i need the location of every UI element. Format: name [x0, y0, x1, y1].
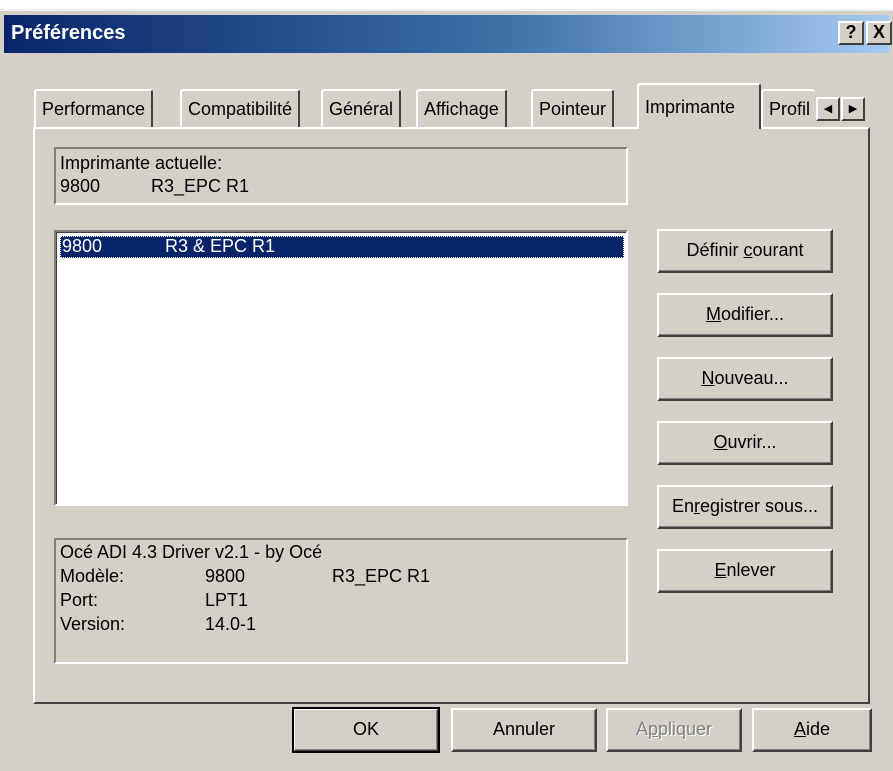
current-printer-model: 9800 — [60, 176, 101, 196]
new-button[interactable]: Nouveau... — [657, 357, 833, 401]
help-icon: ? — [845, 22, 857, 42]
open-button[interactable]: Ouvrir... — [657, 421, 833, 465]
button-label: Nouveau... — [701, 368, 789, 388]
tab-label: Performance — [42, 99, 146, 119]
arrow-left-icon: ◀ — [823, 103, 833, 115]
port-label: Port: — [60, 590, 99, 610]
current-printer-label: Imprimante actuelle: — [60, 153, 223, 173]
close-icon: X — [872, 22, 885, 42]
modify-button[interactable]: Modifier... — [657, 293, 833, 337]
version-label: Version: — [60, 614, 126, 634]
tab-scroll-left-button[interactable]: ◀ — [816, 97, 840, 121]
tab-label: Profil — [769, 99, 811, 119]
tab-pointeur[interactable]: Pointeur — [531, 89, 615, 127]
button-label: Aide — [793, 719, 831, 739]
arrow-right-icon: ▶ — [848, 103, 858, 115]
printer-list[interactable]: 9800 R3 & EPC R1 — [54, 230, 628, 506]
current-printer-box: Imprimante actuelle: 9800 R3_EPC R1 — [54, 147, 628, 205]
tab-affichage[interactable]: Affichage — [416, 89, 507, 127]
button-label: Ouvrir... — [713, 432, 777, 452]
remove-button[interactable]: Enlever — [657, 549, 833, 593]
window-title: Préférences — [11, 22, 126, 44]
list-item-model: 9800 — [62, 236, 103, 256]
button-label: Annuler — [492, 719, 556, 739]
tab-label: Affichage — [424, 99, 499, 119]
save-as-button[interactable]: Enregistrer sous... — [657, 485, 833, 529]
list-item[interactable]: 9800 R3 & EPC R1 — [60, 236, 624, 258]
printer-tab-panel: Imprimante actuelle: 9800 R3_EPC R1 9800… — [33, 127, 870, 704]
button-label: Enlever — [714, 560, 776, 580]
button-label: Définir courant — [686, 240, 804, 260]
button-label: Modifier... — [705, 304, 785, 324]
tab-label: Compatibilité — [188, 99, 293, 119]
help-button[interactable]: ? — [838, 21, 864, 45]
tab-profil[interactable]: Profil — [761, 89, 815, 127]
tab-imprimante[interactable]: Imprimante — [637, 83, 761, 129]
model-label: Modèle: — [60, 566, 125, 586]
close-button[interactable]: X — [866, 21, 892, 45]
preferences-dialog: Préférences ? X Performance Compatibilit… — [0, 9, 893, 771]
tab-general[interactable]: Général — [321, 89, 402, 127]
list-item-name: R3 & EPC R1 — [165, 236, 276, 256]
tab-label: Pointeur — [539, 99, 607, 119]
title-bar[interactable]: Préférences ? X — [4, 15, 892, 53]
tab-label: Imprimante — [645, 97, 736, 117]
set-current-button[interactable]: Définir courant — [657, 229, 833, 273]
model-value: 9800 — [205, 566, 246, 586]
cancel-button[interactable]: Annuler — [451, 708, 597, 752]
driver-name: Océ ADI 4.3 Driver v2.1 - by Océ — [60, 542, 323, 562]
ok-button[interactable]: OK — [292, 707, 440, 753]
button-label: Appliquer — [635, 719, 713, 739]
current-printer-name: R3_EPC R1 — [151, 176, 250, 196]
driver-info-box: Océ ADI 4.3 Driver v2.1 - by Océ Modèle:… — [54, 538, 628, 664]
button-label: OK — [352, 719, 379, 739]
tab-performance[interactable]: Performance — [34, 89, 154, 127]
model-name: R3_EPC R1 — [332, 566, 431, 586]
help-footer-button[interactable]: Aide — [752, 708, 872, 752]
version-value: 14.0-1 — [205, 614, 257, 634]
tab-label: Général — [329, 99, 394, 119]
button-label: Enregistrer sous... — [671, 496, 819, 516]
tab-scroll-right-button[interactable]: ▶ — [841, 97, 865, 121]
apply-button[interactable]: Appliquer — [606, 708, 742, 752]
port-value: LPT1 — [205, 590, 249, 610]
tab-compatibilite[interactable]: Compatibilité — [180, 89, 301, 127]
